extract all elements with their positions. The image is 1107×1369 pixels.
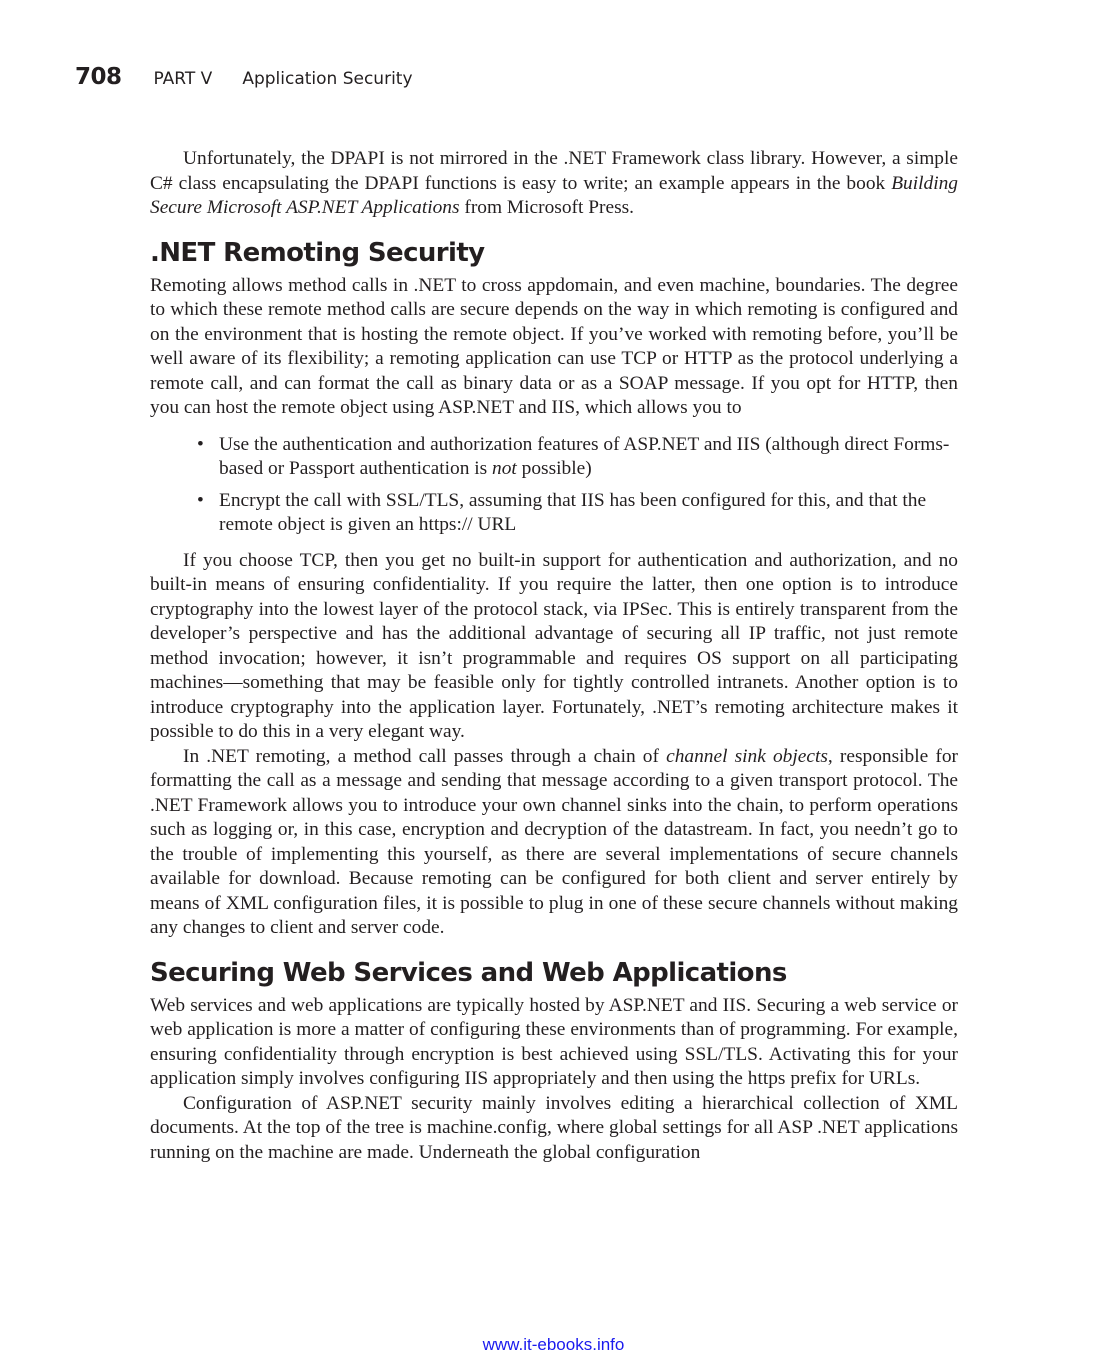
remoting-paragraph-3: In .NET remoting, a method call passes t…: [150, 745, 958, 939]
list-item: • Encrypt the call with SSL/TLS, assuming…: [197, 489, 927, 536]
remoting-paragraph-2: If you choose TCP, then you get no built…: [150, 549, 958, 743]
footer-link[interactable]: www.it-ebooks.info: [0, 1335, 1107, 1355]
web-paragraph-2: Configuration of ASP.NET security mainly…: [150, 1092, 958, 1163]
heading-remoting-security: .NET Remoting Security: [150, 237, 485, 268]
running-header: 708 PART V Application Security: [75, 64, 413, 96]
bullet-list: • Use the authentication and authorizatio…: [150, 433, 958, 538]
bullet-icon: •: [197, 433, 204, 455]
remoting-paragraph-1: Remoting allows method calls in .NET to …: [150, 274, 958, 419]
part-label: PART V: [153, 69, 213, 89]
heading-securing-web-services: Securing Web Services and Web Applicatio…: [150, 957, 787, 988]
web-paragraph-1: Web services and web applications are ty…: [150, 994, 958, 1090]
section-title: Application Security: [242, 69, 413, 89]
list-item: • Use the authentication and authorizatio…: [197, 433, 950, 480]
intro-paragraph: Unfortunately, the DPAPI is not mirrored…: [150, 148, 958, 218]
bullet-icon: •: [197, 489, 204, 511]
page-number: 708: [75, 64, 122, 90]
page-body: Unfortunately, the DPAPI is not mirrored…: [150, 147, 958, 1165]
term-channel-sink: channel sink objects: [666, 745, 828, 767]
